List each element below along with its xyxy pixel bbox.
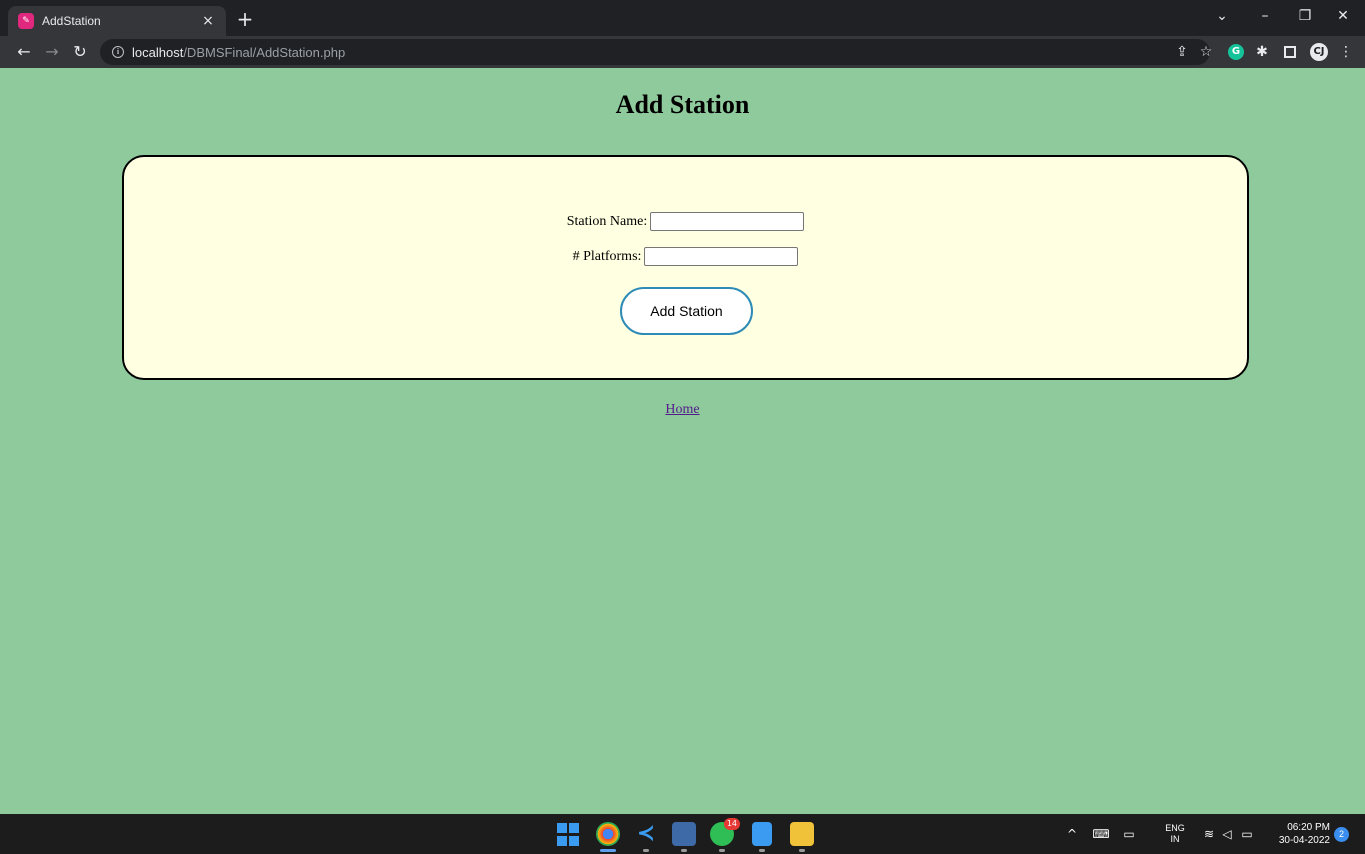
windows-start-icon[interactable]: [557, 823, 581, 847]
app-indicator: [643, 849, 649, 852]
tab-close-icon[interactable]: ×: [200, 13, 216, 29]
mysql-workbench-taskbar-icon[interactable]: [672, 822, 696, 846]
vscode-taskbar-icon[interactable]: ≺: [634, 822, 658, 846]
platforms-row: # Platforms:: [124, 247, 1247, 266]
windows-taskbar: ≺ 14 ^ ⌨ ▭ ENG IN ≋ ◁ ▭ 06:20 PM 30-04-2…: [0, 814, 1365, 854]
battery-icon[interactable]: ▭: [1238, 814, 1256, 854]
extensions-puzzle-icon[interactable]: ✱: [1252, 42, 1272, 62]
show-hidden-icons-chevron-icon[interactable]: ^: [1062, 814, 1082, 854]
home-link[interactable]: Home: [665, 402, 699, 417]
region-code: IN: [1170, 834, 1180, 844]
station-name-row: Station Name:: [124, 212, 1247, 231]
menu-kebab-icon[interactable]: ⋮: [1336, 42, 1356, 62]
back-arrow-icon[interactable]: ←: [12, 40, 36, 64]
site-info-icon[interactable]: i: [112, 46, 124, 58]
add-station-button[interactable]: Add Station: [620, 287, 753, 335]
add-station-form: Station Name: # Platforms: Add Station: [122, 155, 1249, 380]
chrome-taskbar-icon[interactable]: [596, 822, 620, 846]
whatsapp-unread-badge: 14: [723, 818, 740, 830]
minimize-button[interactable]: –: [1250, 4, 1280, 28]
system-clock[interactable]: 06:20 PM 30-04-2022: [1268, 814, 1330, 854]
language-code: ENG: [1165, 823, 1185, 833]
wifi-icon[interactable]: ≋: [1200, 814, 1218, 854]
close-window-button[interactable]: ✕: [1328, 4, 1358, 28]
station-name-input[interactable]: [650, 212, 805, 231]
share-icon[interactable]: ⇪: [1172, 42, 1192, 62]
tab-title: AddStation: [42, 14, 101, 28]
url-host: localhost: [132, 44, 184, 60]
app-indicator: [799, 849, 805, 852]
volume-icon[interactable]: ◁: [1218, 814, 1236, 854]
whatsapp-taskbar-icon[interactable]: 14: [710, 818, 740, 846]
app-indicator: [759, 849, 765, 852]
language-indicator[interactable]: ENG IN: [1160, 814, 1190, 854]
app-indicator: [681, 849, 687, 852]
notification-count-badge[interactable]: 2: [1334, 827, 1349, 842]
address-bar[interactable]: i localhost /DBMSFinal/AddStation.php: [100, 39, 1210, 65]
page-viewport: Add Station Station Name: # Platforms: A…: [0, 68, 1365, 814]
bookmark-star-icon[interactable]: ☆: [1196, 42, 1216, 62]
browser-tab-strip: ✎ AddStation × + ⌄ – ❐ ✕: [0, 0, 1365, 36]
clock-time: 06:20 PM: [1287, 822, 1330, 833]
pen-workspace-icon[interactable]: ▭: [1118, 814, 1140, 854]
platforms-label: # Platforms:: [572, 248, 642, 264]
app-indicator: [719, 849, 725, 852]
platforms-input[interactable]: [644, 247, 799, 266]
new-tab-button[interactable]: +: [234, 9, 256, 31]
url-path: /DBMSFinal/AddStation.php: [183, 44, 346, 60]
notepad-taskbar-icon[interactable]: [752, 822, 772, 846]
clock-date: 30-04-2022: [1278, 835, 1330, 846]
profile-avatar[interactable]: CJ: [1310, 43, 1328, 61]
tab-search-chevron-icon[interactable]: ⌄: [1207, 4, 1237, 28]
forward-arrow-icon[interactable]: →: [40, 40, 64, 64]
file-explorer-taskbar-icon[interactable]: [790, 822, 814, 846]
browser-tab[interactable]: ✎ AddStation ×: [8, 6, 226, 36]
grammarly-extension-icon[interactable]: G: [1228, 44, 1244, 60]
home-link-container: Home: [0, 398, 1365, 418]
active-app-indicator: [600, 849, 616, 852]
side-panel-icon[interactable]: [1284, 46, 1296, 58]
page-title: Add Station: [615, 90, 750, 119]
reload-icon[interactable]: ↻: [68, 40, 92, 64]
restore-button[interactable]: ❐: [1290, 4, 1320, 28]
browser-toolbar: ← → ↻ i localhost /DBMSFinal/AddStation.…: [0, 36, 1365, 68]
station-name-label: Station Name:: [566, 213, 648, 229]
favicon-icon: ✎: [18, 13, 34, 29]
touch-keyboard-icon[interactable]: ⌨: [1090, 814, 1112, 854]
